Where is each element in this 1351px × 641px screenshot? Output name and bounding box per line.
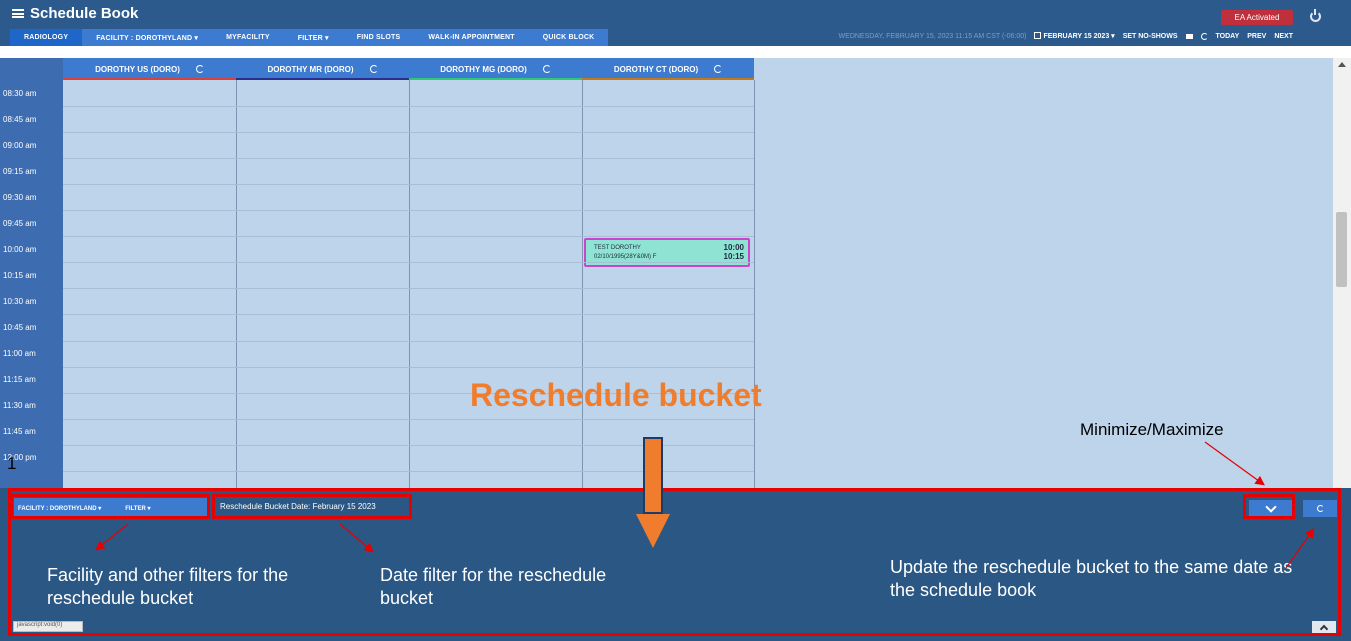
print-icon[interactable] (1185, 33, 1193, 39)
time-slot-label: 10:00 am (3, 244, 37, 254)
annotation-minimize: Minimize/Maximize (1080, 420, 1224, 439)
date-picker-label: FEBRUARY 15 2023 ▾ (1043, 33, 1115, 40)
row-divider (63, 132, 754, 134)
nav-filter[interactable]: FILTER ▾ (283, 29, 343, 46)
prev-button[interactable]: PREV (1247, 33, 1266, 40)
app-title-text: Schedule Book (30, 5, 139, 22)
nav-facility[interactable]: FACILITY : DOROTHYLAND ▾ (82, 29, 213, 46)
column-color-bar (236, 78, 409, 80)
filter-highlight-frame (10, 494, 210, 519)
main-nav: RADIOLOGY FACILITY : DOROTHYLAND ▾ MYFAC… (10, 29, 609, 46)
current-datetime: WEDNESDAY, FEBRUARY 15, 2023 11:15 AM CS… (838, 32, 1027, 40)
refresh-icon[interactable] (542, 65, 551, 73)
time-slot-label: 11:45 am (3, 427, 36, 437)
time-slot-label: 10:30 am (3, 296, 37, 306)
ea-activated-badge[interactable]: EA Activated (1221, 10, 1293, 25)
set-no-shows-button[interactable]: SET NO-SHOWS (1123, 33, 1178, 40)
row-divider (63, 106, 754, 108)
down-arrow-shaft (643, 437, 663, 514)
time-slot-label: 11:00 am (3, 349, 36, 358)
time-slot-label: 09:30 am (3, 192, 37, 202)
refresh-icon[interactable] (195, 65, 204, 73)
column-header-1[interactable]: DOROTHY US (DORO) (63, 58, 236, 80)
row-divider (63, 288, 754, 290)
row-divider (63, 236, 754, 238)
column-divider (409, 80, 410, 488)
scroll-up-icon[interactable] (1338, 62, 1346, 67)
time-slot-label: 11:30 am (3, 401, 36, 411)
appointment-start: 10:00 (723, 243, 744, 252)
row-divider (63, 314, 754, 316)
row-divider (63, 184, 754, 186)
row-divider (63, 340, 754, 342)
calendar-icon (1034, 32, 1042, 39)
minimize-highlight-frame (1243, 494, 1295, 519)
column-color-bar (582, 78, 754, 80)
time-slot-label: 10:45 am (3, 322, 37, 332)
refresh-icon[interactable] (714, 65, 723, 73)
annotation-title: Reschedule bucket (470, 377, 762, 413)
annotation-stray-number: 1 (7, 454, 17, 473)
time-slot-label: 10:15 am (3, 270, 37, 280)
appointment-end: 10:15 (723, 252, 744, 261)
time-slot-label: 11:15 am (3, 375, 36, 385)
column-color-bar (409, 78, 582, 80)
refresh-icon[interactable] (1200, 32, 1208, 40)
column-divider (582, 80, 583, 488)
scroll-thumb[interactable] (1336, 212, 1347, 287)
nav-find-slots[interactable]: FIND SLOTS (342, 29, 415, 46)
nav-walkin[interactable]: WALK-IN APPOINTMENT (414, 29, 529, 46)
time-slot-label: 09:00 am (3, 140, 37, 150)
vertical-scrollbar[interactable] (1333, 58, 1351, 488)
today-button[interactable]: TODAY (1216, 33, 1240, 40)
time-slot-label: 08:45 am (3, 114, 37, 124)
column-label: DOROTHY MR (DORO) (267, 64, 354, 74)
column-divider (754, 80, 755, 488)
column-header-3[interactable]: DOROTHY MG (DORO) (409, 58, 582, 80)
time-slot-label: 09:45 am (3, 218, 37, 228)
time-column: 08:30 am 08:45 am 09:00 am 09:15 am 09:30 am… (0, 58, 63, 488)
column-label: DOROTHY MG (DORO) (440, 64, 527, 74)
column-color-bar (63, 78, 236, 80)
nav-quick-block[interactable]: QUICK BLOCK (528, 29, 609, 46)
date-picker[interactable]: FEBRUARY 15 2023 ▾ (1034, 32, 1115, 40)
refresh-icon[interactable] (369, 65, 378, 73)
menu-icon[interactable] (12, 9, 24, 18)
power-icon[interactable] (1310, 9, 1321, 22)
row-divider (63, 418, 754, 420)
column-divider (236, 80, 237, 488)
nav-radiology[interactable]: RADIOLOGY (10, 29, 83, 46)
column-header-2[interactable]: DOROTHY MR (DORO) (236, 58, 409, 80)
next-button[interactable]: NEXT (1274, 33, 1293, 40)
row-divider (63, 210, 754, 212)
row-divider (63, 262, 754, 264)
appointment-details: 02/10/1995(28Y&0M) F (594, 253, 657, 260)
column-label: DOROTHY CT (DORO) (613, 64, 699, 74)
down-arrow-icon (636, 514, 670, 548)
appointment-name: TEST DOROTHY (594, 244, 641, 251)
column-label: DOROTHY US (DORO) (95, 64, 180, 74)
date-controls: WEDNESDAY, FEBRUARY 15, 2023 11:15 AM CS… (839, 32, 1293, 40)
nav-myfacility[interactable]: MYFACILITY (212, 29, 284, 46)
date-highlight-frame (212, 494, 412, 519)
row-divider (63, 158, 754, 160)
row-divider (63, 366, 754, 368)
time-slot-label: 09:15 am (3, 166, 37, 176)
column-header-4[interactable]: DOROTHY CT (DORO) (582, 58, 754, 80)
app-title: Schedule Book (12, 5, 138, 22)
time-slot-label: 08:30 am (3, 88, 37, 98)
app-header: Schedule Book RADIOLOGY FACILITY : DOROT… (0, 0, 1351, 46)
